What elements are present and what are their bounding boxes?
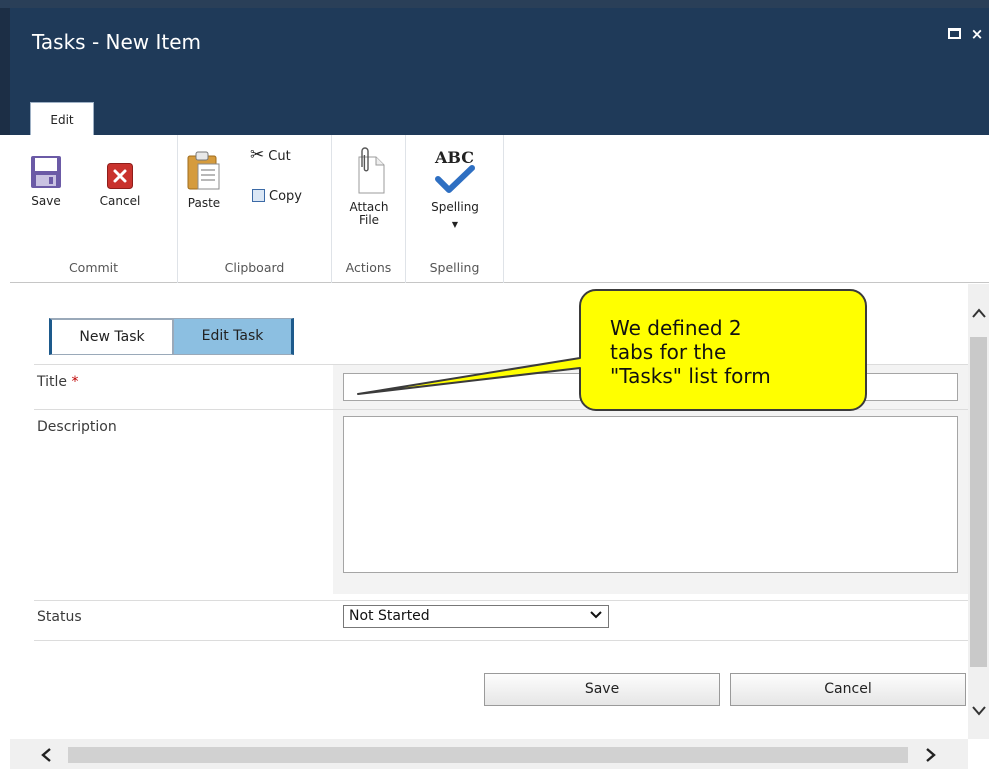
scroll-down-icon[interactable] — [971, 702, 987, 721]
ribbon: Save Cancel Commit Paste ✂ Cut Copy Clip… — [10, 135, 989, 283]
status-selected-value: Not Started — [349, 608, 430, 624]
save-button[interactable]: Save — [26, 155, 66, 208]
description-label: Description — [37, 419, 117, 435]
group-label-clipboard: Clipboard — [224, 260, 285, 275]
cancel-button[interactable]: Cancel — [94, 163, 146, 208]
copy-icon — [252, 189, 265, 202]
callout-line2: tabs for the — [610, 340, 727, 364]
spelling-button[interactable]: ABC Spelling ▼ — [422, 149, 488, 231]
spelling-icon: ABC — [433, 149, 477, 195]
cut-button[interactable]: ✂ Cut — [250, 147, 310, 164]
cancel-button[interactable]: Cancel — [730, 673, 966, 706]
title-label: Title * — [37, 374, 78, 390]
tab-edit-task[interactable]: Edit Task — [173, 318, 294, 355]
scroll-right-icon[interactable] — [925, 744, 937, 768]
scroll-left-icon[interactable] — [40, 744, 52, 768]
callout-line1: We defined 2 — [610, 316, 742, 340]
vertical-scrollbar[interactable] — [968, 284, 989, 739]
form-tabs: New Task Edit Task — [49, 318, 294, 355]
paste-button[interactable]: Paste — [184, 151, 224, 210]
spelling-label: Spelling — [431, 200, 479, 214]
dialog-titlebar — [0, 0, 989, 135]
attach-file-icon — [358, 147, 385, 194]
status-label: Status — [37, 609, 82, 625]
description-textarea[interactable] — [343, 416, 958, 573]
horizontal-scrollbar[interactable] — [10, 739, 968, 769]
spelling-icon-text: ABC — [435, 148, 474, 167]
save-icon — [31, 156, 61, 188]
scroll-up-icon[interactable] — [971, 304, 987, 323]
cancel-icon — [107, 163, 133, 189]
maximize-icon[interactable] — [948, 28, 961, 39]
copy-label: Copy — [269, 189, 302, 204]
row-divider — [34, 600, 968, 601]
attach-label-line2: File — [358, 213, 380, 227]
save-label: Save — [31, 194, 61, 208]
checkmark-icon — [435, 165, 475, 193]
cancel-label: Cancel — [99, 194, 141, 208]
callout-text: We defined 2 tabs for the "Tasks" list f… — [610, 316, 850, 388]
chevron-down-icon — [590, 606, 602, 627]
horizontal-scroll-thumb[interactable] — [68, 747, 908, 763]
callout-line3: "Tasks" list form — [610, 364, 771, 388]
group-label-actions: Actions — [345, 260, 392, 275]
ribbon-tab-edit[interactable]: Edit — [30, 102, 94, 136]
close-icon[interactable]: × — [969, 26, 985, 42]
vertical-scroll-thumb[interactable] — [970, 337, 987, 667]
title-label-text: Title — [37, 374, 68, 390]
save-button[interactable]: Save — [484, 673, 720, 706]
ribbon-group-commit: Save Cancel Commit — [10, 135, 178, 283]
attach-file-button[interactable]: Attach File — [344, 147, 394, 227]
tab-new-task[interactable]: New Task — [49, 318, 173, 355]
dialog-title: Tasks - New Item — [32, 30, 202, 54]
paste-icon — [187, 151, 220, 190]
status-select[interactable]: Not Started — [343, 605, 609, 628]
cut-label: Cut — [268, 149, 291, 164]
spelling-dropdown-icon[interactable]: ▼ — [422, 218, 488, 231]
group-label-spelling: Spelling — [429, 260, 480, 275]
required-marker: * — [71, 374, 79, 390]
cut-icon: ✂ — [250, 145, 265, 165]
copy-button[interactable]: Copy — [252, 189, 324, 203]
ribbon-group-clipboard: Paste ✂ Cut Copy Clipboard — [178, 135, 332, 283]
row-divider — [34, 640, 968, 641]
group-label-commit: Commit — [68, 260, 119, 275]
ribbon-group-spelling: ABC Spelling ▼ Spelling — [406, 135, 504, 283]
ribbon-group-actions: Attach File Actions — [332, 135, 406, 283]
window-top-strip — [0, 0, 989, 8]
window-controls: × — [948, 26, 985, 42]
paste-label: Paste — [187, 196, 221, 210]
